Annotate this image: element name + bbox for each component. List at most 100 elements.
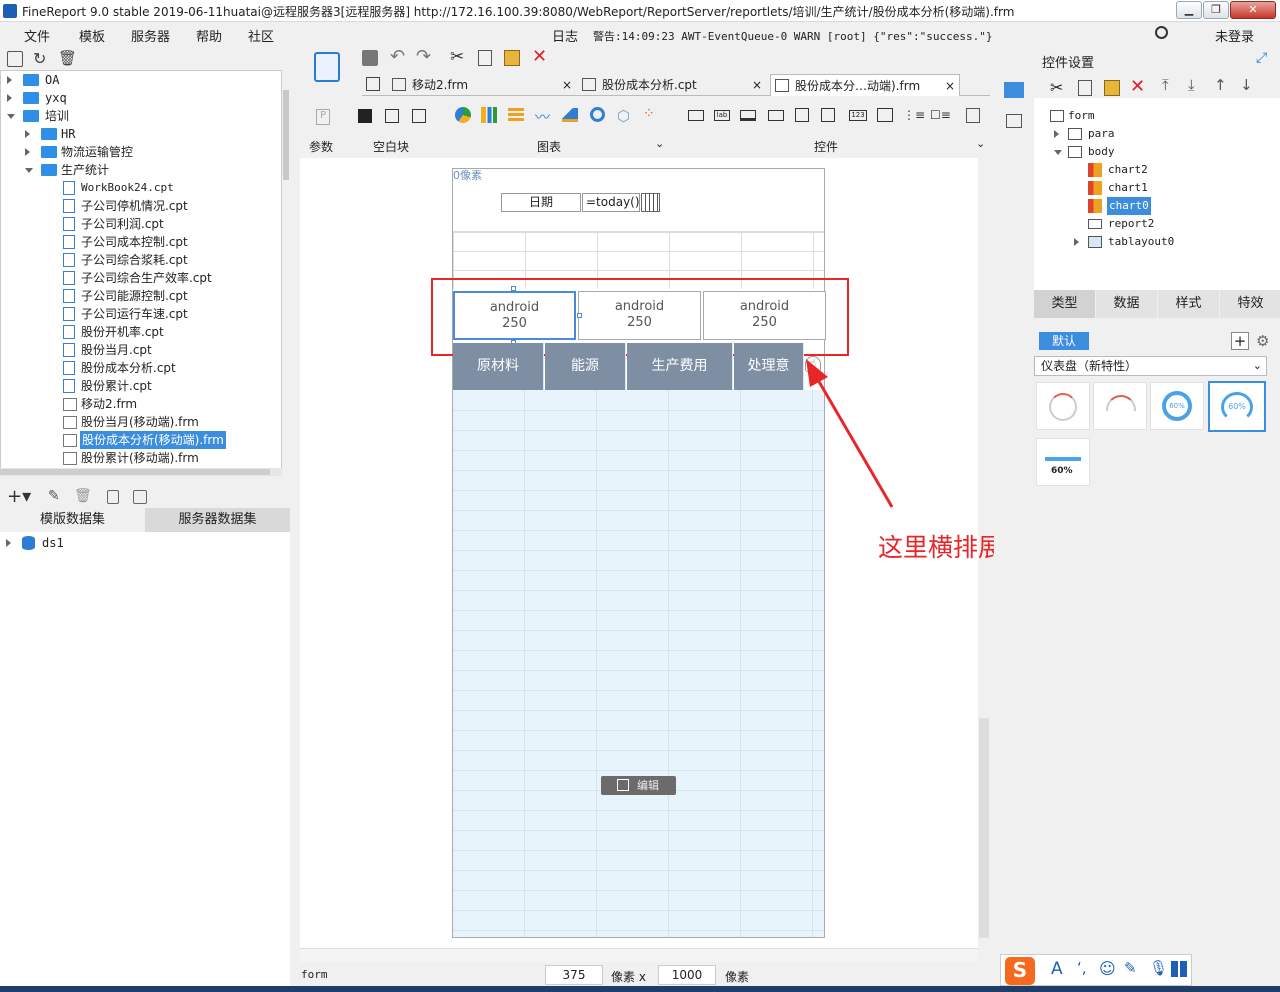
ime-punct-icon[interactable]: ʻ, (1077, 959, 1087, 977)
editor-hscrollbar[interactable] (300, 948, 978, 962)
remove-widget-icon[interactable]: ✕ (1130, 76, 1145, 97)
label-widget-icon[interactable]: lab (714, 110, 730, 121)
tree-item[interactable]: 培训 (7, 107, 277, 125)
minimize-button[interactable]: ▁ (1176, 1, 1202, 19)
header-cell[interactable]: 处理意 (734, 343, 804, 390)
tab-grid-icon[interactable] (366, 77, 380, 91)
line-chart-icon[interactable]: 〰 (535, 106, 550, 127)
ime-grid-icon[interactable] (1171, 961, 1187, 977)
tree-item[interactable]: 物流运输管控 (25, 143, 275, 161)
tab-data[interactable]: 数据 (1096, 290, 1157, 318)
gear-icon[interactable]: ⚙ (1256, 332, 1269, 350)
area-chart-icon[interactable] (562, 108, 578, 122)
tree-item[interactable]: HR (25, 125, 275, 143)
tab-effect[interactable]: 特效 (1220, 290, 1280, 318)
gauge-style-5[interactable]: 60% (1036, 438, 1090, 486)
open-folder-icon[interactable] (7, 51, 23, 67)
report-body[interactable] (453, 390, 824, 937)
preview-icon[interactable] (107, 490, 119, 504)
tree-hscrollbar[interactable] (0, 468, 282, 476)
edit-button[interactable]: 编辑 (601, 776, 676, 795)
copy-widget-icon[interactable] (1078, 80, 1092, 96)
layout-icon[interactable] (385, 109, 399, 123)
tab-server-dataset[interactable]: 服务器数据集 (145, 508, 290, 532)
widget-dropdown-icon[interactable]: ⌄ (976, 137, 985, 150)
chart-dropdown-icon[interactable]: ⌄ (655, 137, 664, 150)
header-cell[interactable]: 原材料 (453, 343, 544, 390)
gauge-style-1[interactable] (1036, 382, 1090, 430)
paste-icon[interactable] (504, 50, 520, 66)
button-widget-icon[interactable] (740, 110, 756, 121)
tab-cost-analysis[interactable]: 股份成本分析.cpt × (580, 74, 765, 96)
tab-template-dataset[interactable]: 模版数据集 (0, 508, 145, 532)
tree-item[interactable]: 生产统计 (25, 161, 275, 179)
cut-widget-icon[interactable]: ✂ (1050, 78, 1063, 97)
log-button[interactable]: 日志 (552, 26, 578, 45)
menu-server[interactable]: 服务器 (131, 26, 170, 45)
template-tree[interactable]: OA yxq 培训 HR 物流运输管控 生产统计 WorkBook24.cpt … (0, 70, 282, 470)
paste-widget-icon[interactable] (1104, 80, 1120, 96)
tab-type[interactable]: 类型 (1034, 290, 1095, 318)
tab-layout-icon[interactable] (412, 109, 426, 123)
pie-chart-icon[interactable] (455, 107, 471, 123)
dataset-settings-icon[interactable] (133, 490, 147, 504)
textarea-widget-icon[interactable] (877, 108, 893, 122)
menu-community[interactable]: 社区 (248, 26, 274, 45)
header-cell[interactable]: 能源 (545, 343, 626, 390)
move-down-icon[interactable]: ↓ (1240, 76, 1253, 94)
ime-font-icon[interactable]: A (1051, 959, 1063, 979)
tab-mobile2[interactable]: 移动2.frm × (390, 74, 575, 96)
date-input[interactable]: =today() (582, 193, 640, 212)
blank-block-icon[interactable] (358, 109, 372, 123)
checkbox-group-icon[interactable]: ☐≡ (930, 108, 951, 122)
login-button[interactable]: 未登录 (1215, 26, 1254, 45)
scatter-chart-icon[interactable]: ⁘ (643, 106, 655, 122)
header-cell[interactable]: 生产费用 (627, 343, 733, 390)
delete-dataset-icon[interactable]: 🗑 (74, 488, 92, 504)
gauge-chart-icon[interactable] (590, 107, 605, 122)
tree-item[interactable]: yxq (7, 89, 277, 107)
edit-icon[interactable]: ✎ (48, 488, 60, 504)
calendar-icon[interactable] (641, 193, 660, 212)
move-bottom-icon[interactable]: ⤓ (1188, 76, 1195, 94)
tree-scrollbar[interactable] (282, 70, 290, 470)
add-dataset-icon[interactable]: +▾ (7, 486, 31, 507)
refresh-icon[interactable]: ↻ (33, 49, 46, 68)
menu-help[interactable]: 帮助 (196, 26, 222, 45)
ime-emoji-icon[interactable]: ☺ (1099, 959, 1116, 978)
undo-icon[interactable]: ↶ (390, 46, 405, 67)
tree-item[interactable]: OA (7, 71, 277, 89)
copy-icon[interactable] (478, 50, 492, 66)
tab-style[interactable]: 样式 (1158, 290, 1219, 318)
delete-widget-icon[interactable]: ✕ (532, 46, 547, 67)
sogou-icon[interactable]: S (1005, 957, 1035, 985)
search-icon[interactable] (1155, 26, 1168, 39)
move-up-icon[interactable]: ↑ (1214, 76, 1227, 94)
maximize-button[interactable]: ❐ (1203, 1, 1229, 19)
gauge-style-2[interactable] (1093, 382, 1147, 430)
width-input[interactable]: 375 (545, 965, 603, 985)
redo-icon[interactable]: ↷ (416, 46, 431, 67)
mobile-layout-icon[interactable] (314, 52, 340, 82)
more-widgets-icon[interactable] (966, 108, 980, 123)
text-widget-icon[interactable] (688, 110, 704, 121)
param-icon[interactable]: P (316, 109, 330, 125)
combo-check-icon[interactable] (821, 108, 835, 122)
default-button[interactable]: 默认 (1039, 332, 1089, 350)
cut-icon[interactable]: ✂ (450, 47, 464, 67)
widget-tree[interactable]: form para body chart2 chart1 chart0 repo… (1034, 98, 1280, 290)
gauge-style-3[interactable]: 60% (1150, 382, 1204, 430)
ime-mic-icon[interactable]: 🎙 (1149, 959, 1168, 977)
chart-type-select[interactable]: 仪表盘（新特性） ⌄ (1034, 356, 1267, 376)
height-input[interactable]: 1000 (658, 965, 716, 985)
menu-template[interactable]: 模板 (79, 26, 105, 45)
ime-brush-icon[interactable]: ✎ (1124, 959, 1137, 977)
number-widget-icon[interactable]: 123 (849, 110, 867, 121)
stacked-bar-icon[interactable] (508, 108, 524, 122)
radar-chart-icon[interactable]: ⬡ (617, 107, 630, 125)
widget-panel-icon[interactable] (1004, 82, 1024, 98)
tab-cost-analysis-mobile[interactable]: 股份成本分…动端).frm × (770, 74, 960, 96)
move-top-icon[interactable]: ⤒ (1162, 76, 1169, 94)
delete-icon[interactable]: 🗑 (58, 49, 77, 67)
bar-chart-icon[interactable] (481, 107, 497, 123)
